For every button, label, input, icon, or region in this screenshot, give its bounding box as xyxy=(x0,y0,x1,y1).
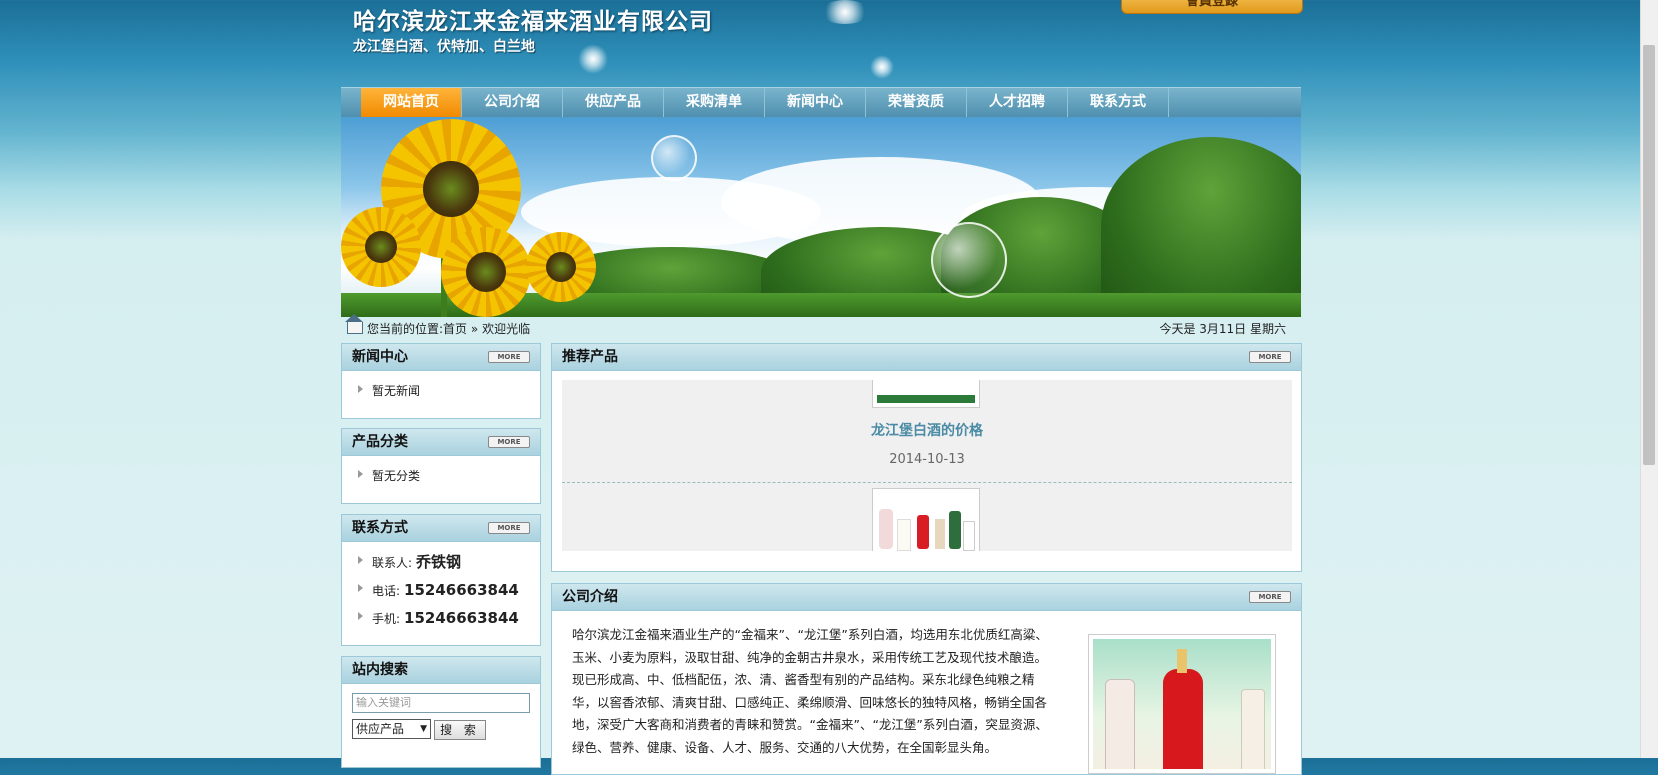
nav-products[interactable]: 供应产品 xyxy=(563,88,664,117)
member-login-button[interactable]: 會員登錄 xyxy=(1121,0,1303,14)
home-icon xyxy=(345,314,363,334)
contact-person-label: 联系人: xyxy=(372,556,413,570)
intro-text: 哈尔滨龙江金福来酒业生产的“金福来”、“龙江堡”系列白酒，均选用东北优质红高粱、… xyxy=(572,627,1048,755)
contact-phone: 电话: 15246663844 xyxy=(342,576,540,604)
recommended-more-button[interactable]: MORE xyxy=(1249,351,1291,363)
recommended-products-box: 推荐产品 MORE 龙江堡白酒的价格 2014-10-13 xyxy=(551,343,1302,572)
product-title-link[interactable]: 龙江堡白酒的价格 xyxy=(562,420,1292,440)
search-box-title: 站内搜索 xyxy=(352,662,408,678)
news-more-button[interactable]: MORE xyxy=(488,351,530,363)
news-item: 暂无新闻 xyxy=(372,384,421,398)
contact-person: 联系人: 乔铁钢 xyxy=(342,548,540,576)
company-intro-box: 公司介绍 MORE 哈尔滨龙江金福来酒业生产的“金福来”、“龙江堡”系列白酒，均选… xyxy=(551,583,1302,775)
intro-title: 公司介绍 xyxy=(562,589,618,605)
category-item: 暂无分类 xyxy=(372,469,421,483)
breadcrumb-current: 欢迎光临 xyxy=(482,322,531,336)
nav-contact[interactable]: 联系方式 xyxy=(1068,88,1169,117)
nav-home[interactable]: 网站首页 xyxy=(361,88,462,117)
search-box-header: 站内搜索 xyxy=(342,657,540,684)
breadcrumb-home-link[interactable]: 首页 xyxy=(443,322,467,336)
bubble xyxy=(651,135,697,181)
contact-mobile-label: 手机: xyxy=(372,612,401,626)
nav-honors[interactable]: 荣誉资质 xyxy=(866,88,967,117)
breadcrumb: 您当前的位置:首页 » 欢迎光临 今天是 3月11日 星期六 xyxy=(341,314,1301,341)
recommended-title: 推荐产品 xyxy=(562,349,618,365)
contact-person-name: 乔铁钢 xyxy=(416,553,462,571)
contact-phone-label: 电话: xyxy=(372,584,401,598)
product-thumbnail[interactable] xyxy=(872,380,980,408)
product-thumbnail[interactable] xyxy=(872,488,980,551)
list-item[interactable]: 暂无分类 xyxy=(342,462,540,490)
sunflower-center xyxy=(546,252,576,282)
intro-image xyxy=(1088,634,1276,774)
sunflower-center xyxy=(466,252,506,292)
location-label: 您当前的位置: xyxy=(367,322,444,336)
chevron-down-icon: ▼ xyxy=(420,724,427,734)
sky-glow xyxy=(820,0,870,24)
sunflower-center xyxy=(423,161,479,217)
category-box-title: 产品分类 xyxy=(352,434,408,450)
contact-mobile: 手机: 15246663844 xyxy=(342,604,540,632)
bubble xyxy=(931,222,1007,298)
breadcrumb-separator: » xyxy=(470,322,479,336)
news-box-header: 新闻中心 MORE xyxy=(342,344,540,371)
sky-glow xyxy=(870,55,894,79)
page-scrollbar[interactable] xyxy=(1640,0,1658,758)
search-button[interactable]: 搜 索 xyxy=(434,720,486,740)
contact-box-header: 联系方式 MORE xyxy=(342,515,540,542)
sky-glow xyxy=(578,44,608,74)
search-select-value: 供应产品 xyxy=(356,722,405,736)
search-box: 站内搜索 输入关键词 供应产品 ▼ 搜 索 xyxy=(341,656,541,768)
banner-image xyxy=(341,117,1301,317)
nav-news[interactable]: 新闻中心 xyxy=(765,88,866,117)
category-box: 产品分类 MORE 暂无分类 xyxy=(341,428,541,504)
category-box-header: 产品分类 MORE xyxy=(342,429,540,456)
product-date: 2014-10-13 xyxy=(889,452,965,467)
contact-phone-number: 15246663844 xyxy=(404,581,519,599)
list-item[interactable]: 暂无新闻 xyxy=(342,377,540,405)
news-box-title: 新闻中心 xyxy=(352,349,408,365)
intro-header: 公司介绍 MORE xyxy=(552,584,1301,611)
product-scroller: 龙江堡白酒的价格 2014-10-13 xyxy=(562,380,1292,551)
intro-more-button[interactable]: MORE xyxy=(1249,591,1291,603)
divider xyxy=(562,482,1292,483)
sunflower-center xyxy=(365,231,397,263)
news-box: 新闻中心 MORE 暂无新闻 xyxy=(341,343,541,419)
contact-more-button[interactable]: MORE xyxy=(488,522,530,534)
site-subtitle: 龙江堡白酒、伏特加、白兰地 xyxy=(353,39,535,55)
nav-about[interactable]: 公司介绍 xyxy=(462,88,563,117)
site-title: 哈尔滨龙江来金福来酒业有限公司 xyxy=(353,8,713,35)
recommended-header: 推荐产品 MORE xyxy=(552,344,1301,371)
nav-purchase[interactable]: 采购清单 xyxy=(664,88,765,117)
contact-mobile-number: 15246663844 xyxy=(404,609,519,627)
nav-jobs[interactable]: 人才招聘 xyxy=(967,88,1068,117)
search-category-select[interactable]: 供应产品 ▼ xyxy=(352,719,431,739)
main-nav: 网站首页 公司介绍 供应产品 采购清单 新闻中心 荣誉资质 人才招聘 联系方式 xyxy=(341,87,1301,117)
contact-box-title: 联系方式 xyxy=(352,520,408,536)
search-input[interactable]: 输入关键词 xyxy=(352,693,530,713)
scrollbar-thumb[interactable] xyxy=(1643,45,1655,465)
current-date: 今天是 3月11日 星期六 xyxy=(1159,322,1286,336)
contact-box: 联系方式 MORE 联系人: 乔铁钢 电话: 15246663844 手机: 15246… xyxy=(341,514,541,646)
category-more-button[interactable]: MORE xyxy=(488,436,530,448)
trees xyxy=(1101,137,1301,317)
